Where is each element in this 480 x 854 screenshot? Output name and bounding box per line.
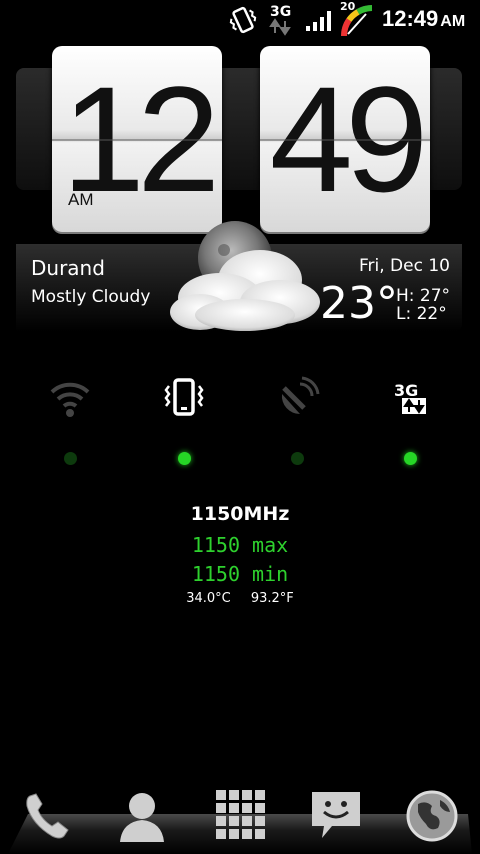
status-clock: 12:49 AM — [382, 6, 465, 32]
clock-minutes-card[interactable]: 49 — [260, 46, 430, 232]
cpu-temp-celsius: 34.0°C — [186, 591, 231, 606]
weather-city: Durand — [31, 256, 105, 280]
browser-icon[interactable] — [402, 786, 462, 846]
clock-ampm: AM — [68, 190, 94, 209]
weather-high: H: 27° — [396, 286, 451, 306]
signal-icon — [306, 11, 331, 31]
dock — [0, 780, 480, 854]
status-time: 12:49 — [382, 6, 439, 31]
flip-divider — [52, 139, 222, 141]
svg-text:3G: 3G — [394, 381, 418, 400]
3g-data-icon[interactable]: 3G — [384, 376, 436, 420]
flip-divider — [260, 139, 430, 141]
battery-gauge-icon — [340, 5, 373, 37]
weather-date: Fri, Dec 10 — [359, 256, 450, 276]
cpu-temperature: 34.0°C 93.2°F — [0, 591, 480, 606]
weather-temperature: 23° — [320, 278, 398, 329]
3g-data-icon: 3G — [269, 4, 291, 36]
cpu-max: 1150 max — [191, 533, 289, 557]
cpu-min: 1150 min — [191, 562, 289, 586]
wifi-status-indicator — [64, 452, 77, 465]
vibrate-icon[interactable] — [158, 376, 210, 420]
gps-icon[interactable] — [272, 376, 324, 420]
cpu-frequency: 1150MHz — [190, 503, 290, 525]
weather-condition: Mostly Cloudy — [31, 287, 151, 307]
messages-icon[interactable] — [306, 786, 366, 846]
data-status-indicator — [404, 452, 417, 465]
weather-low: L: 22° — [396, 304, 447, 324]
phone-icon[interactable] — [18, 786, 78, 846]
vibrate-icon — [229, 6, 257, 34]
gps-status-indicator — [291, 452, 304, 465]
status-bar[interactable]: 3G 20 12:49 AM — [0, 0, 480, 40]
app-drawer-icon[interactable] — [210, 786, 270, 846]
contacts-icon[interactable] — [112, 786, 172, 846]
vibrate-status-indicator — [178, 452, 191, 465]
cpu-temp-fahrenheit: 93.2°F — [250, 591, 294, 606]
cloudy-night-icon — [170, 221, 320, 331]
status-ampm: AM — [440, 13, 466, 30]
clock-hours-card[interactable]: 12 AM — [52, 46, 222, 232]
3g-label: 3G — [270, 4, 291, 20]
wifi-icon[interactable] — [44, 376, 96, 420]
